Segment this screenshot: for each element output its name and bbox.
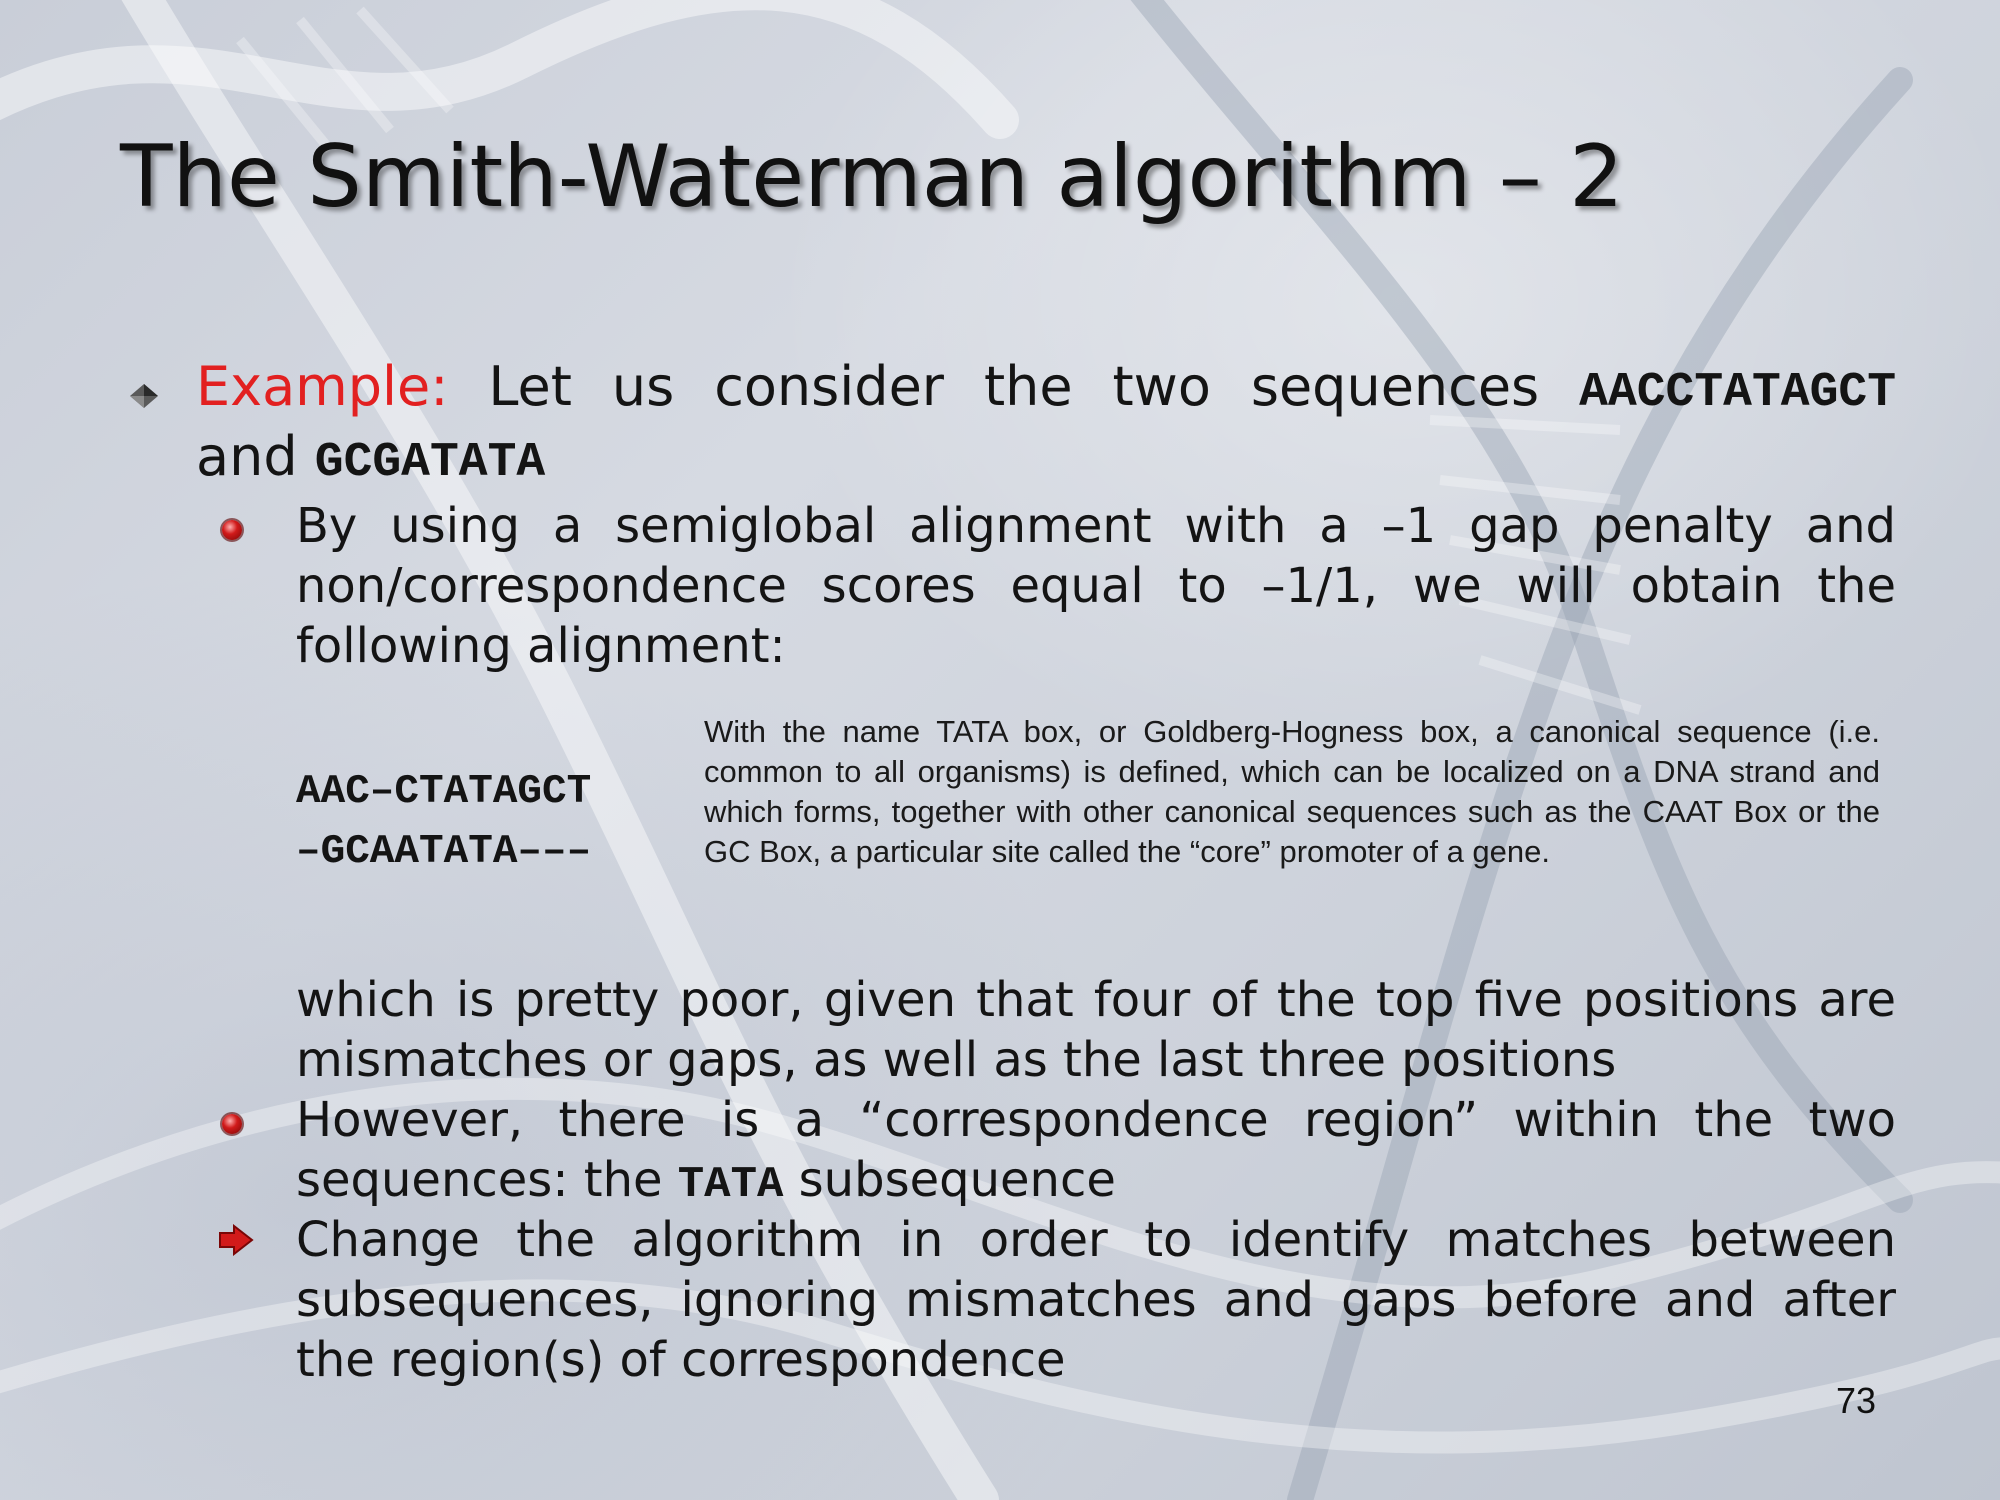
alignment-block: AAC–CTATAGCT –GCAATATA–––: [296, 762, 591, 882]
example-text: Let us consider the two sequences: [488, 355, 1540, 418]
slide: The Smith-Waterman algorithm – 2 Example…: [0, 0, 2000, 1500]
diamond-bullet-icon: [130, 384, 158, 408]
change-algorithm-bullet: Change the algorithm in order to identif…: [296, 1212, 1896, 1388]
region-text-after: subsequence: [798, 1152, 1116, 1208]
example-and: and: [196, 425, 298, 488]
example-label: Example:: [196, 355, 449, 418]
slide-title: The Smith-Waterman algorithm – 2: [120, 127, 1624, 227]
red-dot-bullet-icon: [222, 520, 242, 540]
tata-box-note: With the name TATA box, or Goldberg-Hogn…: [704, 714, 1880, 869]
tata-code: TATA: [677, 1160, 784, 1210]
sequence-1: AACCTATAGCT: [1579, 366, 1896, 420]
red-arrow-bullet-icon: [219, 1224, 254, 1256]
page-number: 73: [1836, 1380, 1877, 1421]
semiglobal-bullet-text: By using a semiglobal alignment with a –…: [296, 498, 1896, 674]
red-dot-bullet-icon: [222, 1114, 242, 1134]
alignment-line-2: –GCAATATA–––: [296, 829, 592, 875]
poor-alignment-text: which is pretty poor, given that four of…: [296, 972, 1896, 1088]
correspondence-region-bullet: However, there is a “correspondence regi…: [296, 1090, 1896, 1215]
alignment-line-1: AAC–CTATAGCT: [296, 769, 592, 815]
example-paragraph: Example: Let us consider the two sequenc…: [196, 355, 1896, 495]
sequence-2: GCGATATA: [314, 436, 546, 490]
